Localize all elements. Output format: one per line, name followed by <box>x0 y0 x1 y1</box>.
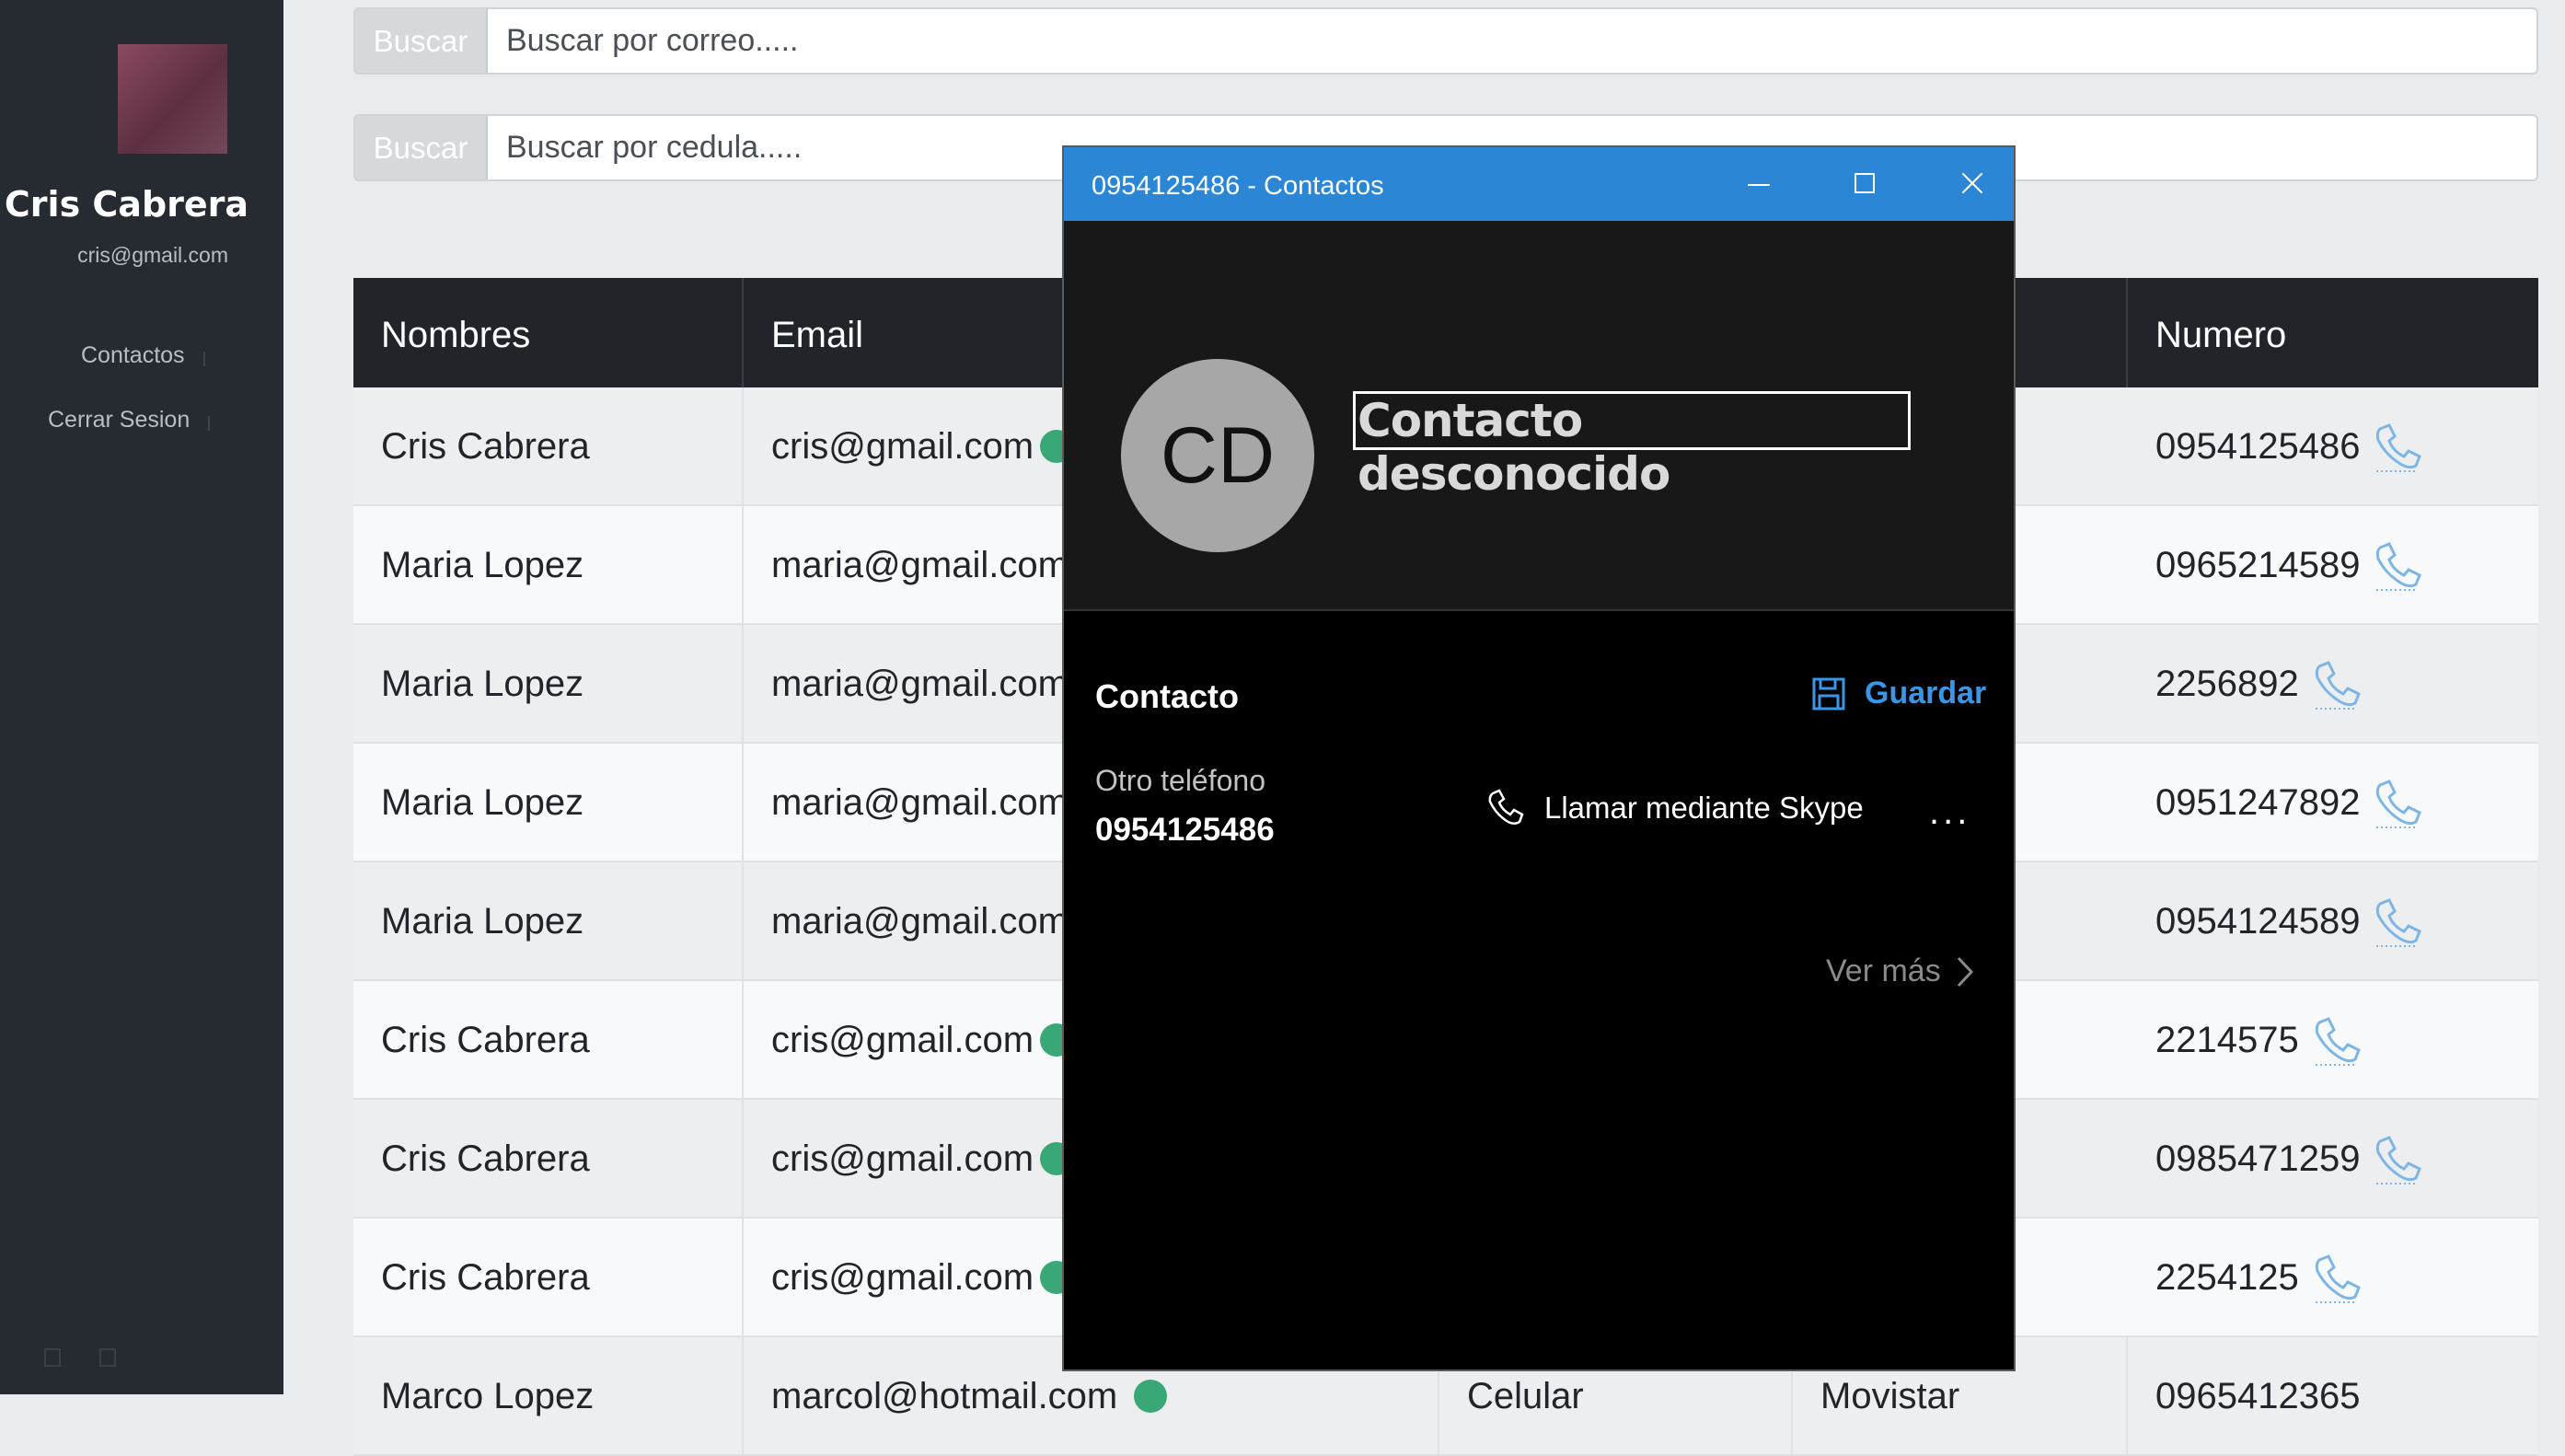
number-text: 0954124589 <box>2155 901 2361 942</box>
window-titlebar[interactable]: 0954125486 - Contactos <box>1064 147 2014 221</box>
cell-name: Cris Cabrera <box>353 1219 744 1335</box>
see-more-link[interactable]: Ver más <box>1826 953 1974 989</box>
user-name: Cris Cabrera <box>4 184 249 225</box>
avatar <box>118 44 227 154</box>
number-text: 0985471259 <box>2155 1138 2361 1179</box>
footer-icon[interactable] <box>99 1348 116 1367</box>
save-button[interactable]: Guardar <box>1811 676 1986 711</box>
window-title: 0954125486 - Contactos <box>1092 171 1384 201</box>
number-text: 2256892 <box>2155 664 2299 704</box>
search-email-input[interactable] <box>488 9 2536 73</box>
search-email-bar: Buscar <box>353 7 2538 75</box>
save-label: Guardar <box>1865 676 1987 711</box>
minimize-icon[interactable] <box>1717 147 1800 221</box>
more-options-button[interactable]: ... <box>1929 792 1970 833</box>
cell-name: Maria Lopez <box>353 862 744 979</box>
whatsapp-icon[interactable] <box>1134 1380 1167 1413</box>
phone-icon[interactable] <box>2369 538 2426 595</box>
contact-window: 0954125486 - Contactos CD Contacto desco… <box>1062 145 2016 1371</box>
cell-name: Marco Lopez <box>353 1337 744 1454</box>
search-email-button[interactable]: Buscar <box>355 9 488 73</box>
cell-number: 0985471259 <box>2128 1100 2538 1217</box>
phone-icon[interactable] <box>2369 1132 2426 1189</box>
phone-type-label: Otro teléfono <box>1095 764 1265 797</box>
cell-number: 2254125 <box>2128 1219 2538 1335</box>
cell-name: Cris Cabrera <box>353 387 744 504</box>
number-text: 0965214589 <box>2155 545 2361 585</box>
column-header-nombres: Nombres <box>353 278 744 387</box>
sidebar-item-label: Contactos <box>81 342 185 368</box>
phone-icon[interactable] <box>2308 657 2365 714</box>
cell-number: 2256892 <box>2128 625 2538 742</box>
sidebar-item-label: Cerrar Sesion <box>48 407 191 433</box>
number-text: 0965412365 <box>2155 1376 2361 1416</box>
cell-number: 0951247892 <box>2128 744 2538 861</box>
cell-name: Cris Cabrera <box>353 981 744 1098</box>
contact-name-field[interactable]: Contacto desconocido <box>1353 391 1911 501</box>
cell-number: 0965412365 <box>2128 1337 2538 1454</box>
number-text: 2254125 <box>2155 1257 2299 1298</box>
column-header-numero: Numero <box>2155 315 2287 355</box>
phone-icon[interactable] <box>2308 1013 2365 1070</box>
sidebar-item-contactos[interactable]: Contactos <box>81 342 205 369</box>
user-email: cris@gmail.com <box>77 243 228 267</box>
phone-icon[interactable] <box>2369 776 2426 833</box>
save-icon <box>1812 677 1845 710</box>
cell-name: Maria Lopez <box>353 744 744 861</box>
number-text: 0954125486 <box>2155 426 2361 467</box>
number-text: 0951247892 <box>2155 782 2361 823</box>
cell-number: 0965214589 <box>2128 506 2538 623</box>
cell-number: 2214575 <box>2128 981 2538 1098</box>
phone-icon <box>1488 789 1524 825</box>
contact-avatar[interactable]: CD <box>1121 359 1314 552</box>
sidebar: Cris Cabrera cris@gmail.com Contactos Ce… <box>0 0 283 1394</box>
cell-name: Maria Lopez <box>353 506 744 623</box>
search-cedula-button[interactable]: Buscar <box>355 116 488 179</box>
skype-call-label: Llamar mediante Skype <box>1544 791 1864 825</box>
cell-name: Cris Cabrera <box>353 1100 744 1217</box>
cell-number: 0954124589 <box>2128 862 2538 979</box>
phone-number: 0954125486 <box>1095 812 1275 848</box>
footer-icon[interactable] <box>44 1348 61 1367</box>
cell-number: 0954125486 <box>2128 387 2538 504</box>
chevron-right-icon <box>1957 956 1973 987</box>
skype-call-button[interactable]: Llamar mediante Skype <box>1485 788 1864 828</box>
contact-header: CD Contacto desconocido <box>1064 221 2014 611</box>
number-text: 2214575 <box>2155 1020 2299 1060</box>
sidebar-item-cerrar-sesion[interactable]: Cerrar Sesion <box>48 407 211 433</box>
close-icon[interactable] <box>1931 147 2014 221</box>
section-title: Contacto <box>1095 677 1239 715</box>
phone-icon[interactable] <box>2369 420 2426 477</box>
see-more-label: Ver más <box>1826 953 1941 988</box>
maximize-icon[interactable] <box>1824 147 1907 221</box>
phone-icon[interactable] <box>2308 1251 2365 1308</box>
phone-icon[interactable] <box>2369 895 2426 952</box>
cell-name: Maria Lopez <box>353 625 744 742</box>
